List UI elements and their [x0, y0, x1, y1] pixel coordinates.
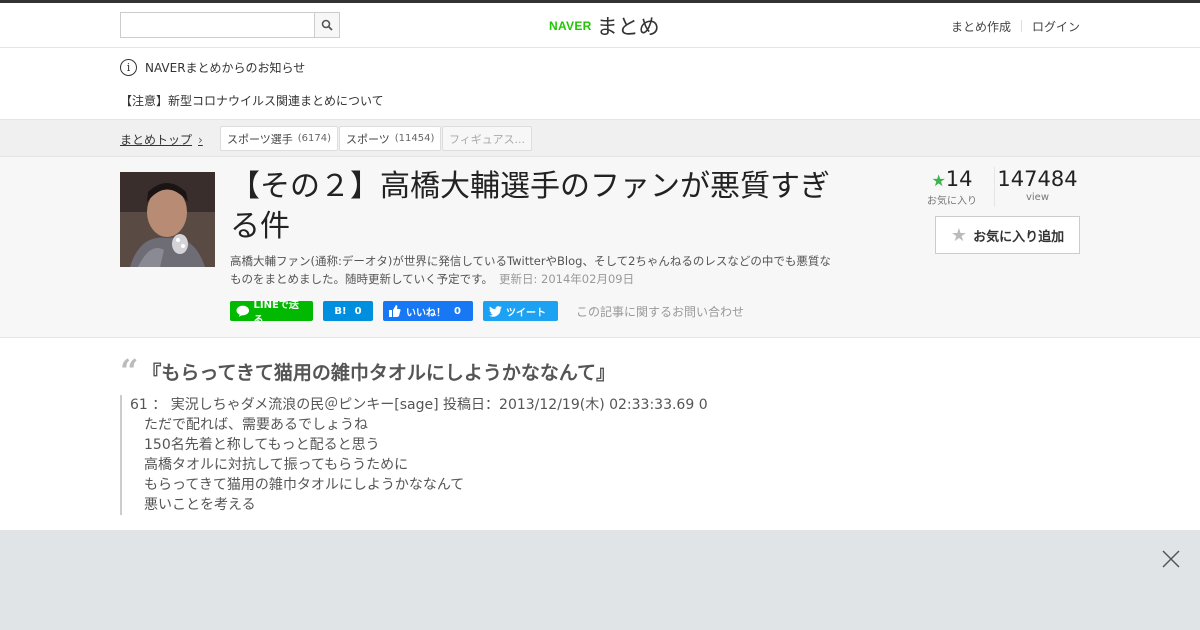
- info-icon: i: [120, 59, 137, 76]
- tweet-label: ツイート: [506, 307, 546, 319]
- logo-matome: まとめ: [596, 15, 660, 39]
- search-input[interactable]: [121, 13, 314, 37]
- thumbnail-image: [120, 172, 215, 267]
- star-icon: ★: [931, 171, 946, 190]
- line-icon: [236, 305, 250, 317]
- tag-count: (11454): [394, 133, 435, 144]
- article-content: “ 『もらってきて猫用の雑巾タオルにしようかななんて』 61 ： 実況しちゃダメ…: [0, 338, 1200, 531]
- views-label: view: [1025, 192, 1050, 203]
- tag-figure-skating[interactable]: フィギュアス...: [442, 126, 533, 151]
- close-icon[interactable]: [1162, 550, 1180, 568]
- notice-area: i NAVERまとめからのお知らせ 【注意】新型コロナウイルス関連まとめについて: [0, 48, 1200, 120]
- twitter-bird-icon: [489, 305, 502, 317]
- quote-heading: “ 『もらってきて猫用の雑巾タオルにしようかななんて』: [120, 351, 615, 390]
- header-links: まとめ作成 ログイン: [951, 18, 1080, 35]
- tag-sports[interactable]: スポーツ (11454): [339, 126, 442, 151]
- article-description: 高橋大輔ファン(通称:デーオタ)が世界に発信しているTwitterやBlog、そ…: [230, 252, 840, 288]
- article-header: 【その２】高橋大輔選手のファンが悪質すぎる件 高橋大輔ファン(通称:デーオタ)が…: [0, 157, 1200, 338]
- site-logo[interactable]: NAVER まとめ: [549, 11, 660, 41]
- views-stat: 147484 view: [994, 167, 1080, 207]
- logo-naver: NAVER: [549, 19, 592, 33]
- add-favorite-button[interactable]: ★ お気に入り追加: [935, 216, 1080, 254]
- search-button[interactable]: [314, 13, 339, 37]
- updated-date: 更新日: 2014年02月09日: [499, 272, 635, 286]
- tag-label: スポーツ選手: [227, 132, 293, 146]
- article-title: 【その２】高橋大輔選手のファンが悪質すぎる件: [230, 169, 830, 244]
- social-buttons: LINEで送る B! 0 いいね！ 0 ツイート この記事に関するお問い合わせ: [230, 300, 744, 326]
- notice-item-link[interactable]: 【注意】新型コロナウイルス関連まとめについて: [120, 92, 384, 109]
- thumbs-up-icon: [389, 305, 401, 317]
- breadcrumb: まとめトップ › スポーツ選手 (6174) スポーツ (11454) フィギュ…: [0, 120, 1200, 157]
- quote-line: 150名先着と称してもっと配ると思う: [144, 437, 380, 453]
- chevron-right-icon: ›: [198, 132, 203, 147]
- tag-sports-player[interactable]: スポーツ選手 (6174): [220, 126, 339, 151]
- article-thumbnail[interactable]: [120, 172, 215, 267]
- notice-title: NAVERまとめからのお知らせ: [145, 61, 306, 75]
- tag-label: スポーツ: [346, 132, 390, 146]
- hatena-icon: B!: [334, 305, 347, 317]
- views-count: 147484: [997, 167, 1078, 191]
- fb-count: 0: [454, 305, 461, 317]
- bottom-ad-banner: [0, 530, 1200, 630]
- add-favorite-label: お気に入り追加: [973, 229, 1065, 245]
- tag-label: フィギュアス...: [449, 132, 526, 146]
- create-matome-link[interactable]: まとめ作成: [951, 18, 1011, 35]
- quote-line: もらってきて猫用の雑巾タオルにしようかななんて: [144, 477, 465, 493]
- contact-link[interactable]: この記事に関するお問い合わせ: [576, 303, 744, 320]
- favorites-label: お気に入り: [927, 196, 977, 207]
- quote-icon: “: [120, 351, 139, 390]
- notice-header: i NAVERまとめからのお知らせ: [120, 59, 305, 76]
- quote-line: ただで配れば、需要あるでしょうね: [144, 417, 368, 433]
- quote-body: 61 ： 実況しちゃダメ流浪の民＠ピンキー[sage] 投稿日：2013/12/…: [120, 395, 708, 515]
- breadcrumb-top-label: まとめトップ: [120, 133, 193, 147]
- favorites-count: 14: [945, 167, 973, 191]
- line-label: LINEで送る: [253, 300, 299, 326]
- quote-heading-text: 『もらってきて猫用の雑巾タオルにしようかななんて』: [142, 362, 615, 384]
- quote-line: 高橋タオルに対抗して振ってもらうために: [144, 457, 409, 473]
- star-outline-icon: ★: [950, 224, 968, 246]
- hatena-bookmark-button[interactable]: B! 0: [323, 301, 373, 321]
- line-share-button[interactable]: LINEで送る: [230, 300, 313, 326]
- search-icon: [321, 19, 333, 31]
- fb-label: いいね！: [406, 307, 446, 319]
- breadcrumb-top-link[interactable]: まとめトップ ›: [120, 131, 203, 148]
- tweet-button[interactable]: ツイート: [483, 301, 558, 321]
- search-box: [120, 12, 340, 38]
- hatena-count: 0: [354, 305, 362, 317]
- header-divider: [1020, 20, 1022, 32]
- post-meta: 61 ： 実況しちゃダメ流浪の民＠ピンキー[sage] 投稿日：2013/12/…: [130, 397, 708, 413]
- site-header: NAVER まとめ まとめ作成 ログイン: [0, 3, 1200, 48]
- article-stats: ★14 お気に入り 147484 view: [925, 167, 1080, 207]
- facebook-like-button[interactable]: いいね！ 0: [383, 301, 473, 321]
- quote-line: 悪いことを考える: [144, 497, 256, 513]
- favorites-count-row: ★14: [925, 167, 979, 191]
- favorites-stat: ★14 お気に入り: [925, 167, 979, 207]
- login-link[interactable]: ログイン: [1032, 18, 1080, 35]
- tag-count: (6174): [297, 133, 332, 144]
